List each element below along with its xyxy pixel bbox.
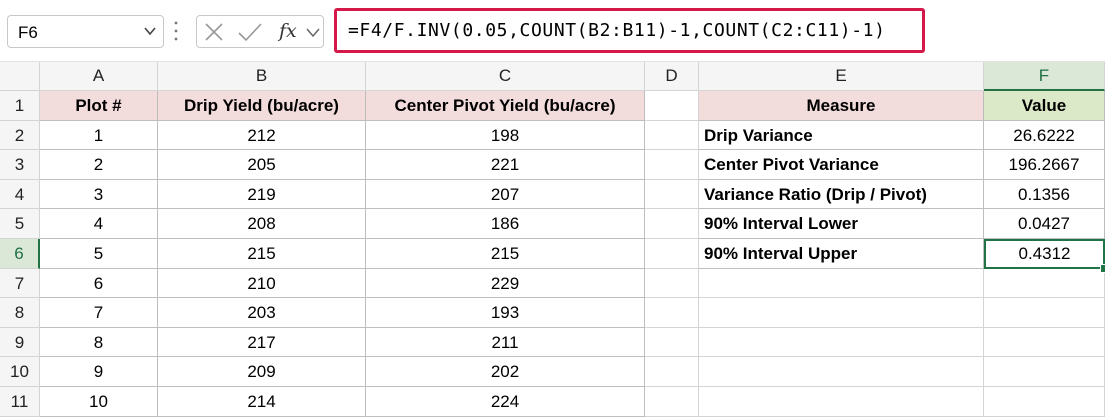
active-cell[interactable]: 0.4312 — [984, 239, 1105, 269]
table-cell[interactable]: 4 — [40, 209, 158, 239]
table-cell[interactable]: 210 — [158, 268, 366, 299]
table1-header[interactable]: Plot # — [40, 91, 158, 121]
table-cell[interactable]: 215 — [366, 239, 645, 269]
table-cell[interactable]: 221 — [366, 150, 645, 180]
table-cell[interactable]: 2 — [40, 150, 158, 180]
table-cell[interactable]: 10 — [40, 387, 158, 417]
cell[interactable] — [984, 327, 1105, 358]
table-cell[interactable]: 3 — [40, 179, 158, 210]
table-cell[interactable]: 207 — [366, 179, 645, 210]
table-cell[interactable]: 186 — [366, 209, 645, 239]
cell[interactable] — [645, 150, 699, 180]
table-cell[interactable]: 6 — [40, 268, 158, 299]
name-box-value: F6 — [18, 23, 38, 42]
cell[interactable] — [645, 357, 699, 387]
cell[interactable] — [699, 357, 984, 387]
row-header-6[interactable]: 6 — [0, 239, 40, 269]
table-cell[interactable]: 202 — [366, 357, 645, 387]
table-cell[interactable]: 214 — [158, 387, 366, 417]
cell[interactable] — [984, 387, 1105, 417]
more-options-icon[interactable] — [174, 20, 178, 42]
row-header-2[interactable]: 2 — [0, 120, 40, 151]
table-cell[interactable]: 208 — [158, 209, 366, 239]
table-cell[interactable]: 224 — [366, 387, 645, 417]
table-cell[interactable]: 9 — [40, 357, 158, 387]
chevron-down-icon[interactable] — [306, 28, 320, 38]
table2-header-measure[interactable]: Measure — [699, 91, 984, 121]
formula-input[interactable]: =F4/F.INV(0.05,COUNT(B2:B11)-1,COUNT(C2:… — [334, 8, 925, 53]
cell[interactable] — [645, 239, 699, 269]
table-cell[interactable]: 193 — [366, 298, 645, 328]
row-header-5[interactable]: 5 — [0, 209, 40, 239]
cell[interactable] — [699, 387, 984, 417]
measure-value[interactable]: 0.0427 — [984, 209, 1105, 239]
row-header-9[interactable]: 9 — [0, 327, 40, 358]
measure-label[interactable]: Drip Variance — [699, 120, 984, 151]
row-header-3[interactable]: 3 — [0, 150, 40, 180]
row-header-10[interactable]: 10 — [0, 357, 40, 387]
column-header-b[interactable]: B — [158, 62, 366, 91]
column-header-a[interactable]: A — [40, 62, 158, 91]
cell[interactable] — [645, 327, 699, 358]
chevron-down-icon[interactable] — [143, 24, 157, 38]
table-cell[interactable]: 211 — [366, 327, 645, 358]
enter-check-icon[interactable] — [238, 23, 262, 42]
table1-header[interactable]: Center Pivot Yield (bu/acre) — [366, 91, 645, 121]
measure-value[interactable]: 196.2667 — [984, 150, 1105, 180]
table-cell[interactable]: 5 — [40, 239, 158, 269]
insert-function-icon[interactable]: fx — [279, 20, 297, 42]
cell[interactable] — [645, 179, 699, 210]
table-cell[interactable]: 219 — [158, 179, 366, 210]
cell[interactable] — [984, 357, 1105, 387]
cell[interactable] — [645, 298, 699, 328]
cell[interactable] — [699, 268, 984, 299]
measure-value[interactable]: 26.6222 — [984, 120, 1105, 151]
column-header-d[interactable]: D — [645, 62, 699, 91]
table-cell[interactable]: 205 — [158, 150, 366, 180]
column-header-f[interactable]: F — [984, 62, 1105, 91]
select-all-corner[interactable] — [0, 62, 40, 91]
table-cell[interactable]: 229 — [366, 268, 645, 299]
column-header-c[interactable]: C — [366, 62, 645, 91]
row-header-1[interactable]: 1 — [0, 91, 40, 121]
row-header-8[interactable]: 8 — [0, 298, 40, 328]
cell[interactable] — [984, 268, 1105, 299]
table-cell[interactable]: 7 — [40, 298, 158, 328]
measure-value[interactable]: 0.1356 — [984, 179, 1105, 210]
cell[interactable] — [645, 91, 699, 121]
formula-text: =F4/F.INV(0.05,COUNT(B2:B11)-1,COUNT(C2:… — [348, 20, 886, 41]
table2-header-value[interactable]: Value — [984, 91, 1105, 121]
column-header-e[interactable]: E — [699, 62, 984, 91]
table-cell[interactable]: 212 — [158, 120, 366, 151]
formula-actions: fx — [196, 15, 324, 48]
cell[interactable] — [645, 387, 699, 417]
name-box[interactable]: F6 — [7, 15, 164, 48]
table-cell[interactable]: 8 — [40, 327, 158, 358]
measure-label[interactable]: Center Pivot Variance — [699, 150, 984, 180]
row-header-7[interactable]: 7 — [0, 268, 40, 299]
cell[interactable] — [699, 327, 984, 358]
cancel-icon[interactable] — [205, 23, 223, 41]
table-cell[interactable]: 1 — [40, 120, 158, 151]
table-cell[interactable]: 217 — [158, 327, 366, 358]
fill-handle[interactable] — [1100, 263, 1105, 273]
measure-label[interactable]: 90% Interval Lower — [699, 209, 984, 239]
formula-bar: F6 fx =F4/F.INV(0.05,COUNT(B2:B11)-1,COU… — [0, 0, 1105, 62]
table-cell[interactable]: 203 — [158, 298, 366, 328]
table-cell[interactable]: 198 — [366, 120, 645, 151]
table-cell[interactable]: 209 — [158, 357, 366, 387]
row-header-4[interactable]: 4 — [0, 179, 40, 210]
cell[interactable] — [699, 298, 984, 328]
cell[interactable] — [645, 209, 699, 239]
cell[interactable] — [645, 268, 699, 299]
cell[interactable] — [984, 298, 1105, 328]
measure-label[interactable]: Variance Ratio (Drip / Pivot) — [699, 179, 984, 210]
row-header-11[interactable]: 11 — [0, 387, 40, 417]
measure-label[interactable]: 90% Interval Upper — [699, 239, 984, 269]
table-cell[interactable]: 215 — [158, 239, 366, 269]
table1-header[interactable]: Drip Yield (bu/acre) — [158, 91, 366, 121]
cell[interactable] — [645, 120, 699, 151]
